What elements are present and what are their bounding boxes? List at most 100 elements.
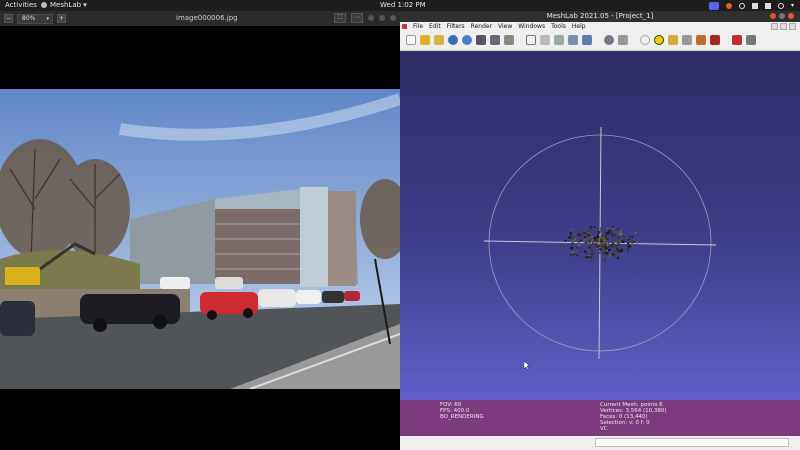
new-project-icon[interactable] [406, 35, 416, 45]
chevron-down-icon[interactable]: ▾ [791, 0, 794, 11]
pick-points-icon[interactable] [682, 35, 692, 45]
circle-icon[interactable] [738, 2, 745, 9]
paint-icon[interactable] [696, 35, 706, 45]
menu-tools[interactable]: Tools [551, 22, 566, 31]
zoom-out-button[interactable]: − [4, 14, 13, 23]
volume-icon[interactable] [764, 2, 771, 9]
vc-text: VC [600, 426, 608, 432]
cloud-point [578, 241, 580, 244]
cloud-point [586, 231, 589, 233]
maximize-button[interactable] [379, 15, 385, 21]
cloud-point [579, 239, 582, 242]
layers-icon[interactable] [604, 35, 614, 45]
smooth-shading-icon[interactable] [582, 35, 592, 45]
cloud-point [582, 230, 585, 232]
cloud-point [596, 246, 599, 249]
cloud-point [615, 240, 618, 243]
cloud-point [559, 244, 563, 247]
activities-button[interactable]: Activities [5, 0, 37, 11]
bounding-box-icon[interactable] [526, 35, 536, 45]
menu-help[interactable]: Help [572, 22, 586, 31]
clock[interactable]: Wed 1:02 PM [380, 0, 426, 11]
open-project-icon[interactable] [420, 35, 430, 45]
more-menu-button[interactable]: ⋯ [351, 13, 363, 23]
export-mesh-icon[interactable] [490, 35, 500, 45]
power-icon[interactable] [777, 2, 784, 9]
cloud-point [599, 247, 602, 251]
cloud-point [571, 250, 575, 254]
cloud-point [588, 254, 591, 257]
app-menu-button[interactable]: MeshLab ▾ [41, 0, 87, 11]
system-top-bar: Activities MeshLab ▾ Wed 1:02 PM ▾ [0, 0, 800, 11]
cloud-point [605, 243, 607, 245]
cloud-point [594, 243, 597, 246]
cloud-point [620, 241, 622, 244]
mesh-info-icon[interactable] [618, 35, 628, 45]
zoom-control: − 80% ▾ + [4, 13, 66, 24]
cloud-point [629, 235, 631, 238]
flat-shading-icon[interactable] [568, 35, 578, 45]
zoom-in-button[interactable]: + [57, 14, 66, 23]
cloud-point [570, 242, 574, 246]
cloud-point [593, 226, 596, 229]
close-button[interactable] [390, 15, 396, 21]
minimize-button[interactable] [770, 13, 776, 19]
color-icon[interactable] [710, 35, 720, 45]
points-render-icon[interactable] [540, 35, 550, 45]
cloud-point [622, 235, 625, 238]
mdi-restore-button[interactable] [780, 23, 787, 30]
cloud-point [603, 245, 607, 249]
menu-file[interactable]: File [413, 22, 423, 31]
3d-viewport[interactable] [400, 51, 800, 400]
cloud-point [596, 235, 600, 239]
measure-icon[interactable] [668, 35, 678, 45]
cloud-point [580, 234, 582, 236]
cloud-point [599, 227, 602, 230]
save-project-icon[interactable] [434, 35, 444, 45]
menu-windows[interactable]: Windows [518, 22, 545, 31]
cloud-point [604, 235, 607, 237]
cloud-point [579, 251, 581, 253]
meshlab-app-icon [41, 2, 47, 8]
cloud-point [591, 249, 593, 251]
cloud-point [576, 253, 579, 257]
network-icon[interactable] [751, 2, 758, 9]
discord-icon[interactable] [708, 1, 719, 10]
menu-edit[interactable]: Edit [429, 22, 441, 31]
meshlab-logo-icon [402, 24, 407, 29]
cloud-point [570, 254, 572, 257]
cloud-point [617, 230, 620, 233]
menu-view[interactable]: View [498, 22, 512, 31]
cloud-point [583, 232, 586, 234]
cloud-point [616, 245, 620, 249]
cloud-point [591, 242, 595, 245]
mdi-minimize-button[interactable] [771, 23, 778, 30]
zoom-select[interactable]: 80% ▾ [17, 13, 53, 24]
mdi-close-button[interactable] [789, 23, 796, 30]
cloud-point [619, 230, 622, 233]
app-menu-label: MeshLab [50, 1, 82, 9]
cloud-point [598, 240, 601, 243]
rendering-mode-text: BO_RENDERING [440, 414, 484, 420]
menu-filters[interactable]: Filters [447, 22, 465, 31]
reload-icon[interactable] [448, 35, 458, 45]
fullscreen-button[interactable]: ⛶ [334, 13, 346, 23]
globe-icon[interactable] [640, 35, 650, 45]
snapshot-icon[interactable] [504, 35, 514, 45]
cloud-point [611, 246, 614, 249]
cloud-point [570, 246, 574, 250]
import-mesh-icon[interactable] [476, 35, 486, 45]
delete-selection-icon[interactable] [732, 35, 742, 45]
align-icon[interactable] [746, 35, 756, 45]
cloud-point [585, 252, 588, 255]
cloud-point [602, 242, 604, 244]
wireframe-icon[interactable] [554, 35, 564, 45]
reload-all-icon[interactable] [462, 35, 472, 45]
annotation-icon[interactable] [654, 35, 664, 45]
close-button[interactable] [788, 13, 794, 19]
maximize-button[interactable] [779, 13, 785, 19]
minimize-button[interactable] [368, 15, 374, 21]
menu-render[interactable]: Render [471, 22, 492, 31]
close-circle-icon[interactable] [725, 2, 732, 9]
cloud-point [597, 233, 599, 235]
